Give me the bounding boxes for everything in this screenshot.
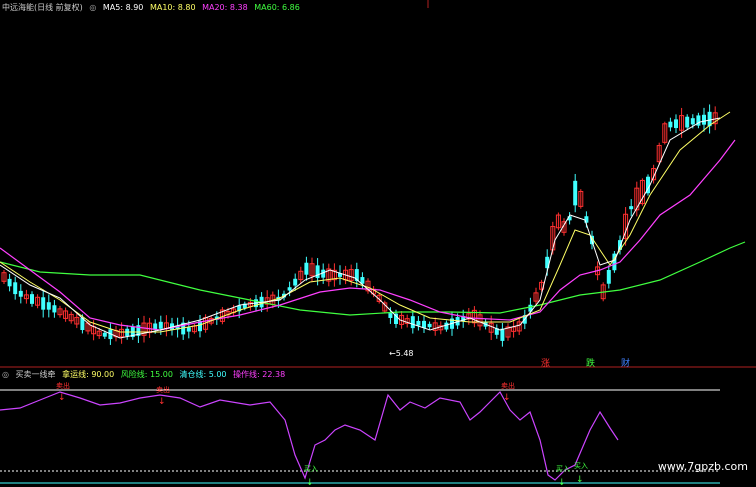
buy-arrow-icon: ↓ [306,478,314,487]
candle-down [690,118,695,125]
candle-down [293,278,298,286]
candle-down [7,278,12,287]
candle-down [573,180,578,206]
candle-down [427,323,432,328]
candle-down [388,313,393,318]
candle-down [444,322,449,330]
candle-down [500,328,505,341]
buy-signal-label: 买入 [574,462,588,470]
candle-down [41,297,46,310]
candle-down [606,270,611,284]
watermark: www.7gpzb.com [657,460,748,473]
candle-down [315,265,320,279]
buy-signal-label: 买入 [556,465,570,473]
candle-down [410,316,415,329]
sell-signal-label: 卖出 [156,385,170,394]
candle-down [304,262,309,275]
candle-down [668,121,673,128]
candle-down [186,327,191,332]
die-label: 跌 [586,358,595,369]
risk-line-label: 风险线: 15.00 [120,370,173,379]
candle-down [629,206,634,210]
candle-down [702,114,706,125]
candle-down [30,294,34,304]
candle-down [18,290,23,297]
ma60-line [0,241,746,316]
candle-down [584,216,589,223]
candle-down [52,305,57,313]
candle-down [422,320,426,328]
clear-line-label: 清仓线: 5.00 [179,370,227,379]
candle-down [158,321,163,329]
zhang-label: 涨 [541,358,550,369]
ma10-line [0,111,731,333]
hold-line-label: 拿运线: 90.00 [62,370,115,379]
buy-signal-label: 买入 [304,465,318,473]
candle-down [674,119,678,129]
buy-arrow-icon: ↓ [576,475,584,485]
sell-arrow-icon: ↓ [158,397,166,407]
candle-down [102,332,107,337]
op-line-label: 操作线: 22.38 [233,370,286,379]
indicator-title: 买卖一线牵 [15,370,56,379]
ma5-line [0,117,721,339]
sell-signal-label: 卖出 [56,381,70,390]
candle-down [685,116,690,128]
indicator-header: ◎ 买卖一线牵 拿运线: 90.00 风险线: 15.00 清仓线: 5.00 … [2,370,289,380]
sell-signal-label: 卖出 [501,381,515,390]
candle-down [46,302,51,310]
sell-arrow-icon: ↓ [503,393,511,403]
low-price-marker: ←5.48 [389,349,414,358]
buy-arrow-icon: ↓ [558,478,566,487]
candle-down [416,320,421,326]
indicator-settings-icon[interactable]: ◎ [2,370,9,379]
chart-window: 中远海能(日线 前复权) ◎ MA5: 8.90 MA10: 8.80 MA20… [0,0,756,487]
cai-label: 财 [621,357,630,369]
sell-arrow-icon: ↓ [58,393,66,403]
candle-down [13,282,18,295]
candlestick-chart[interactable]: ←5.48 涨 跌 财卖出 ↓ 卖出 ↓ 卖出 ↓ 买入 ↓ 买入 ↓ 买入 ↓ [0,0,756,487]
candle-down [287,287,292,291]
